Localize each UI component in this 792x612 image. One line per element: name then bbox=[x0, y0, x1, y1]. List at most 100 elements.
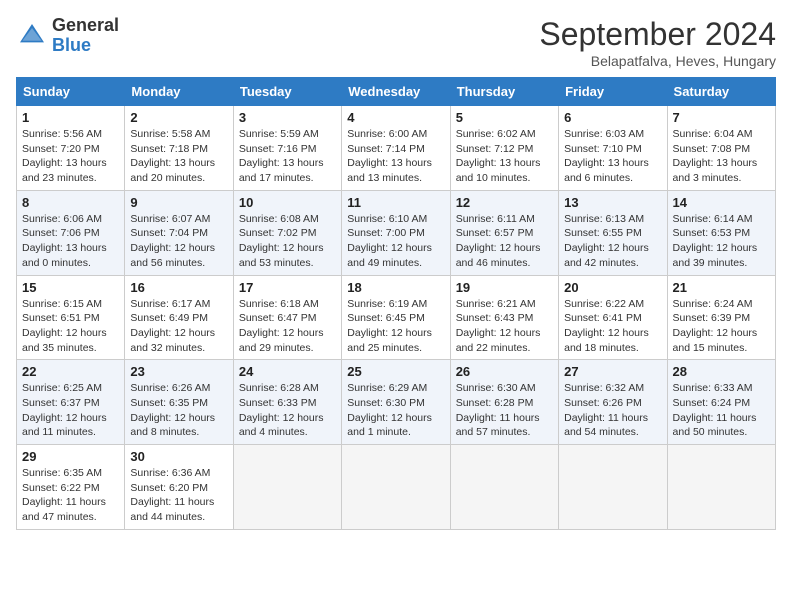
page-header: General Blue September 2024 Belapatfalva… bbox=[16, 16, 776, 69]
day-number: 8 bbox=[22, 195, 119, 210]
day-info: Sunrise: 6:30 AMSunset: 6:28 PMDaylight:… bbox=[456, 381, 553, 440]
day-number: 7 bbox=[673, 110, 770, 125]
day-number: 1 bbox=[22, 110, 119, 125]
day-info: Sunrise: 6:32 AMSunset: 6:26 PMDaylight:… bbox=[564, 381, 661, 440]
calendar-cell: 21 Sunrise: 6:24 AMSunset: 6:39 PMDayligh… bbox=[667, 275, 775, 360]
day-info: Sunrise: 6:13 AMSunset: 6:55 PMDaylight:… bbox=[564, 212, 661, 271]
day-info: Sunrise: 5:56 AMSunset: 7:20 PMDaylight:… bbox=[22, 127, 119, 186]
day-number: 13 bbox=[564, 195, 661, 210]
day-info: Sunrise: 6:02 AMSunset: 7:12 PMDaylight:… bbox=[456, 127, 553, 186]
calendar-cell: 8 Sunrise: 6:06 AMSunset: 7:06 PMDaylight… bbox=[17, 190, 125, 275]
day-number: 10 bbox=[239, 195, 336, 210]
calendar-cell: 13 Sunrise: 6:13 AMSunset: 6:55 PMDayligh… bbox=[559, 190, 667, 275]
calendar-cell: 24 Sunrise: 6:28 AMSunset: 6:33 PMDayligh… bbox=[233, 360, 341, 445]
day-info: Sunrise: 6:19 AMSunset: 6:45 PMDaylight:… bbox=[347, 297, 444, 356]
calendar-cell: 18 Sunrise: 6:19 AMSunset: 6:45 PMDayligh… bbox=[342, 275, 450, 360]
day-info: Sunrise: 6:11 AMSunset: 6:57 PMDaylight:… bbox=[456, 212, 553, 271]
day-info: Sunrise: 6:26 AMSunset: 6:35 PMDaylight:… bbox=[130, 381, 227, 440]
calendar-table: SundayMondayTuesdayWednesdayThursdayFrid… bbox=[16, 77, 776, 530]
day-number: 24 bbox=[239, 364, 336, 379]
calendar-header-row: SundayMondayTuesdayWednesdayThursdayFrid… bbox=[17, 78, 776, 106]
day-number: 3 bbox=[239, 110, 336, 125]
calendar-cell bbox=[559, 445, 667, 530]
calendar-cell: 4Sunrise: 6:00 AMSunset: 7:14 PMDaylight… bbox=[342, 106, 450, 191]
day-number: 30 bbox=[130, 449, 227, 464]
day-number: 12 bbox=[456, 195, 553, 210]
col-header-tuesday: Tuesday bbox=[233, 78, 341, 106]
month-title: September 2024 bbox=[539, 16, 776, 53]
calendar-cell: 1 Sunrise: 5:56 AMSunset: 7:20 PMDaylight… bbox=[17, 106, 125, 191]
day-info: Sunrise: 6:22 AMSunset: 6:41 PMDaylight:… bbox=[564, 297, 661, 356]
calendar-cell bbox=[667, 445, 775, 530]
day-info: Sunrise: 6:03 AMSunset: 7:10 PMDaylight:… bbox=[564, 127, 661, 186]
calendar-cell: 26 Sunrise: 6:30 AMSunset: 6:28 PMDayligh… bbox=[450, 360, 558, 445]
day-number: 21 bbox=[673, 280, 770, 295]
col-header-monday: Monday bbox=[125, 78, 233, 106]
calendar-cell: 29Sunrise: 6:35 AMSunset: 6:22 PMDayligh… bbox=[17, 445, 125, 530]
day-info: Sunrise: 6:06 AMSunset: 7:06 PMDaylight:… bbox=[22, 212, 119, 271]
calendar-cell: 30 Sunrise: 6:36 AMSunset: 6:20 PMDayligh… bbox=[125, 445, 233, 530]
day-number: 11 bbox=[347, 195, 444, 210]
day-info: Sunrise: 6:08 AMSunset: 7:02 PMDaylight:… bbox=[239, 212, 336, 271]
calendar-week-2: 8 Sunrise: 6:06 AMSunset: 7:06 PMDaylight… bbox=[17, 190, 776, 275]
calendar-week-5: 29Sunrise: 6:35 AMSunset: 6:22 PMDayligh… bbox=[17, 445, 776, 530]
calendar-cell: 3 Sunrise: 5:59 AMSunset: 7:16 PMDaylight… bbox=[233, 106, 341, 191]
day-number: 19 bbox=[456, 280, 553, 295]
col-header-friday: Friday bbox=[559, 78, 667, 106]
calendar-week-1: 1 Sunrise: 5:56 AMSunset: 7:20 PMDaylight… bbox=[17, 106, 776, 191]
day-number: 2 bbox=[130, 110, 227, 125]
calendar-cell: 23 Sunrise: 6:26 AMSunset: 6:35 PMDayligh… bbox=[125, 360, 233, 445]
calendar-cell: 27 Sunrise: 6:32 AMSunset: 6:26 PMDayligh… bbox=[559, 360, 667, 445]
logo: General Blue bbox=[16, 16, 119, 56]
day-info: Sunrise: 6:17 AMSunset: 6:49 PMDaylight:… bbox=[130, 297, 227, 356]
day-number: 4 bbox=[347, 110, 444, 125]
calendar-cell: 20 Sunrise: 6:22 AMSunset: 6:41 PMDayligh… bbox=[559, 275, 667, 360]
day-info: Sunrise: 5:59 AMSunset: 7:16 PMDaylight:… bbox=[239, 127, 336, 186]
day-info: Sunrise: 6:14 AMSunset: 6:53 PMDaylight:… bbox=[673, 212, 770, 271]
day-info: Sunrise: 6:28 AMSunset: 6:33 PMDaylight:… bbox=[239, 381, 336, 440]
calendar-cell bbox=[342, 445, 450, 530]
day-number: 16 bbox=[130, 280, 227, 295]
logo-icon bbox=[16, 20, 48, 52]
day-info: Sunrise: 5:58 AMSunset: 7:18 PMDaylight:… bbox=[130, 127, 227, 186]
day-info: Sunrise: 6:36 AMSunset: 6:20 PMDaylight:… bbox=[130, 466, 227, 525]
day-info: Sunrise: 6:10 AMSunset: 7:00 PMDaylight:… bbox=[347, 212, 444, 271]
day-info: Sunrise: 6:18 AMSunset: 6:47 PMDaylight:… bbox=[239, 297, 336, 356]
day-number: 14 bbox=[673, 195, 770, 210]
calendar-cell: 14 Sunrise: 6:14 AMSunset: 6:53 PMDayligh… bbox=[667, 190, 775, 275]
day-number: 25 bbox=[347, 364, 444, 379]
day-number: 20 bbox=[564, 280, 661, 295]
calendar-week-3: 15Sunrise: 6:15 AMSunset: 6:51 PMDayligh… bbox=[17, 275, 776, 360]
day-info: Sunrise: 6:24 AMSunset: 6:39 PMDaylight:… bbox=[673, 297, 770, 356]
calendar-cell: 9Sunrise: 6:07 AMSunset: 7:04 PMDaylight… bbox=[125, 190, 233, 275]
day-info: Sunrise: 6:07 AMSunset: 7:04 PMDaylight:… bbox=[130, 212, 227, 271]
calendar-cell: 7Sunrise: 6:04 AMSunset: 7:08 PMDaylight… bbox=[667, 106, 775, 191]
logo-text: General Blue bbox=[52, 16, 119, 56]
calendar-cell: 12 Sunrise: 6:11 AMSunset: 6:57 PMDayligh… bbox=[450, 190, 558, 275]
calendar-cell: 28Sunrise: 6:33 AMSunset: 6:24 PMDayligh… bbox=[667, 360, 775, 445]
day-number: 27 bbox=[564, 364, 661, 379]
day-info: Sunrise: 6:33 AMSunset: 6:24 PMDaylight:… bbox=[673, 381, 770, 440]
day-number: 18 bbox=[347, 280, 444, 295]
day-info: Sunrise: 6:21 AMSunset: 6:43 PMDaylight:… bbox=[456, 297, 553, 356]
day-number: 26 bbox=[456, 364, 553, 379]
calendar-cell bbox=[233, 445, 341, 530]
calendar-cell: 2 Sunrise: 5:58 AMSunset: 7:18 PMDaylight… bbox=[125, 106, 233, 191]
col-header-sunday: Sunday bbox=[17, 78, 125, 106]
day-number: 15 bbox=[22, 280, 119, 295]
calendar-cell: 16 Sunrise: 6:17 AMSunset: 6:49 PMDayligh… bbox=[125, 275, 233, 360]
day-number: 17 bbox=[239, 280, 336, 295]
col-header-wednesday: Wednesday bbox=[342, 78, 450, 106]
title-area: September 2024 Belapatfalva, Heves, Hung… bbox=[539, 16, 776, 69]
calendar-cell bbox=[450, 445, 558, 530]
calendar-cell: 15Sunrise: 6:15 AMSunset: 6:51 PMDayligh… bbox=[17, 275, 125, 360]
calendar-cell: 19 Sunrise: 6:21 AMSunset: 6:43 PMDayligh… bbox=[450, 275, 558, 360]
calendar-cell: 11 Sunrise: 6:10 AMSunset: 7:00 PMDayligh… bbox=[342, 190, 450, 275]
col-header-thursday: Thursday bbox=[450, 78, 558, 106]
day-number: 23 bbox=[130, 364, 227, 379]
day-number: 22 bbox=[22, 364, 119, 379]
calendar-cell: 10 Sunrise: 6:08 AMSunset: 7:02 PMDayligh… bbox=[233, 190, 341, 275]
day-info: Sunrise: 6:25 AMSunset: 6:37 PMDaylight:… bbox=[22, 381, 119, 440]
day-info: Sunrise: 6:35 AMSunset: 6:22 PMDaylight:… bbox=[22, 466, 119, 525]
col-header-saturday: Saturday bbox=[667, 78, 775, 106]
